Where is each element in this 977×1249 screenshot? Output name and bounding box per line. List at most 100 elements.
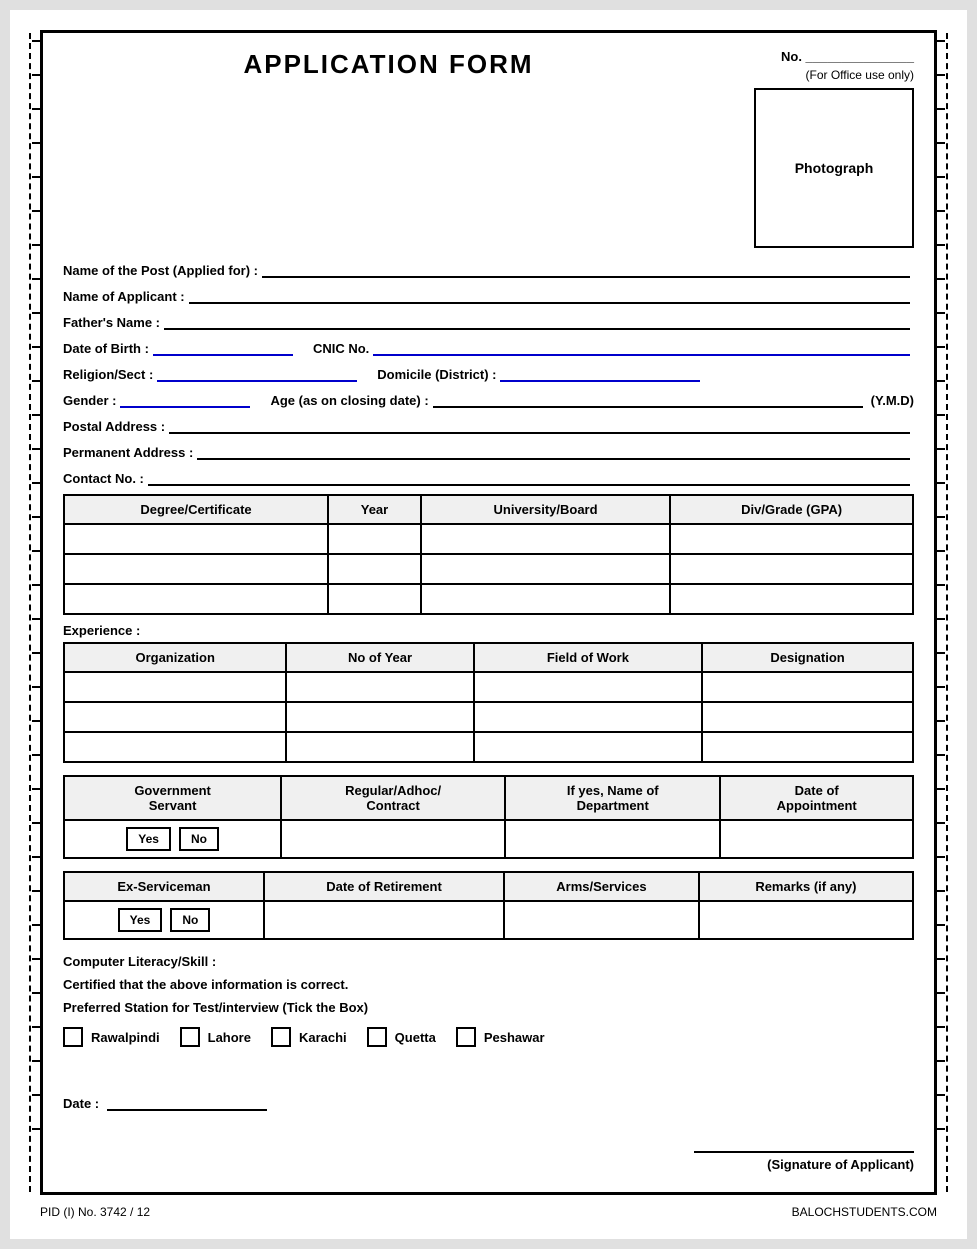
contact-input-line[interactable] xyxy=(148,468,910,486)
peshawar-checkbox[interactable] xyxy=(456,1027,476,1047)
permanent-field-row: Permanent Address : xyxy=(63,442,914,460)
age-label: Age (as on closing date) : xyxy=(270,393,428,408)
photograph-box: Photograph xyxy=(754,88,914,248)
permanent-label: Permanent Address : xyxy=(63,445,193,460)
lahore-label: Lahore xyxy=(208,1030,251,1045)
postal-label: Postal Address : xyxy=(63,419,165,434)
applicant-label: Name of Applicant : xyxy=(63,289,185,304)
footer: PID (I) No. 3742 / 12 BALOCHSTUDENTS.COM xyxy=(40,1205,937,1219)
postal-input-line[interactable] xyxy=(169,416,910,434)
religion-label: Religion/Sect : xyxy=(63,367,153,382)
postal-field-row: Postal Address : xyxy=(63,416,914,434)
govt-col-dept: If yes, Name ofDepartment xyxy=(505,776,720,820)
exp-col-years: No of Year xyxy=(286,643,473,672)
table-row xyxy=(64,702,913,732)
signature-label: (Signature of Applicant) xyxy=(63,1157,914,1172)
table-row: Yes No xyxy=(64,901,913,939)
table-row xyxy=(64,584,913,614)
footer-left: PID (I) No. 3742 / 12 xyxy=(40,1205,150,1219)
father-field-row: Father's Name : xyxy=(63,312,914,330)
photograph-label: Photograph xyxy=(795,160,874,176)
experience-label: Experience : xyxy=(63,623,914,638)
gender-input-line[interactable] xyxy=(120,390,250,408)
office-use-label: (For Office use only) xyxy=(734,68,914,82)
ex-yes-no: Yes No xyxy=(73,908,255,932)
govt-no-button[interactable]: No xyxy=(179,827,219,851)
govt-col-date: Date ofAppointment xyxy=(720,776,913,820)
edu-col-grade: Div/Grade (GPA) xyxy=(670,495,913,524)
form-title: APPLICATION FORM xyxy=(63,49,714,80)
dob-cnic-row: Date of Birth : CNIC No. xyxy=(63,338,914,356)
domicile-input-line[interactable] xyxy=(500,364,700,382)
permanent-input-line[interactable] xyxy=(197,442,910,460)
religion-input-line[interactable] xyxy=(157,364,357,382)
lahore-checkbox[interactable] xyxy=(180,1027,200,1047)
date-input-line[interactable] xyxy=(107,1093,267,1111)
father-input-line[interactable] xyxy=(164,312,910,330)
ex-yes-button[interactable]: Yes xyxy=(118,908,163,932)
station-quetta: Quetta xyxy=(367,1027,436,1047)
karachi-checkbox[interactable] xyxy=(271,1027,291,1047)
footer-right: BALOCHSTUDENTS.COM xyxy=(792,1205,937,1219)
station-karachi: Karachi xyxy=(271,1027,347,1047)
ex-col-remarks: Remarks (if any) xyxy=(699,872,913,901)
contact-field-row: Contact No. : xyxy=(63,468,914,486)
right-tick-marks xyxy=(937,30,945,1219)
education-table: Degree/Certificate Year University/Board… xyxy=(63,494,914,615)
gender-label: Gender : xyxy=(63,393,116,408)
title-section: APPLICATION FORM xyxy=(63,49,734,84)
quetta-checkbox[interactable] xyxy=(367,1027,387,1047)
ex-col-serviceman: Ex-Serviceman xyxy=(64,872,264,901)
exp-col-org: Organization xyxy=(64,643,286,672)
edu-col-degree: Degree/Certificate xyxy=(64,495,328,524)
exp-col-field: Field of Work xyxy=(474,643,702,672)
domicile-label: Domicile (District) : xyxy=(377,367,496,382)
applicant-field-row: Name of Applicant : xyxy=(63,286,914,304)
ex-col-arms: Arms/Services xyxy=(504,872,699,901)
table-row xyxy=(64,672,913,702)
peshawar-label: Peshawar xyxy=(484,1030,545,1045)
govt-yes-no: Yes No xyxy=(73,827,272,851)
age-input-line[interactable] xyxy=(433,390,863,408)
left-tick-marks xyxy=(32,30,40,1219)
religion-domicile-row: Religion/Sect : Domicile (District) : xyxy=(63,364,914,382)
govt-servant-table: GovernmentServant Regular/Adhoc/Contract… xyxy=(63,775,914,859)
date-label: Date : xyxy=(63,1096,99,1111)
station-peshawar: Peshawar xyxy=(456,1027,545,1047)
table-row xyxy=(64,524,913,554)
date-row: Date : xyxy=(63,1093,914,1111)
rawalpindi-label: Rawalpindi xyxy=(91,1030,160,1045)
station-rawalpindi: Rawalpindi xyxy=(63,1027,160,1047)
signature-section: (Signature of Applicant) xyxy=(63,1151,914,1172)
office-section: No. _______________ (For Office use only… xyxy=(734,49,914,248)
computer-label: Computer Literacy/Skill : xyxy=(63,954,914,969)
govt-col-type: Regular/Adhoc/Contract xyxy=(281,776,505,820)
bottom-section: Date : (Signature of Applicant) xyxy=(63,1063,914,1172)
applicant-input-line[interactable] xyxy=(189,286,910,304)
exp-col-designation: Designation xyxy=(702,643,913,672)
ymd-label: (Y.M.D) xyxy=(871,393,914,408)
rawalpindi-checkbox[interactable] xyxy=(63,1027,83,1047)
contact-label: Contact No. : xyxy=(63,471,144,486)
personal-info-section: Name of the Post (Applied for) : Name of… xyxy=(63,260,914,486)
signature-line xyxy=(694,1151,914,1153)
govt-yes-button[interactable]: Yes xyxy=(126,827,171,851)
table-row xyxy=(64,554,913,584)
post-input-line[interactable] xyxy=(262,260,910,278)
certified-label: Certified that the above information is … xyxy=(63,977,914,992)
ex-no-button[interactable]: No xyxy=(170,908,210,932)
cnic-label: CNIC No. xyxy=(313,341,369,356)
dob-input-line[interactable] xyxy=(153,338,293,356)
gender-age-row: Gender : Age (as on closing date) : (Y.M… xyxy=(63,390,914,408)
quetta-label: Quetta xyxy=(395,1030,436,1045)
ex-serviceman-table: Ex-Serviceman Date of Retirement Arms/Se… xyxy=(63,871,914,940)
ex-col-retirement: Date of Retirement xyxy=(264,872,504,901)
father-label: Father's Name : xyxy=(63,315,160,330)
office-no-label: No. _______________ xyxy=(734,49,914,64)
edu-col-university: University/Board xyxy=(421,495,670,524)
edu-col-year: Year xyxy=(328,495,421,524)
cnic-input-line[interactable] xyxy=(373,338,910,356)
preferred-station-label: Preferred Station for Test/interview (Ti… xyxy=(63,1000,914,1015)
stations-row: Rawalpindi Lahore Karachi Quetta Peshawa… xyxy=(63,1027,914,1047)
table-row xyxy=(64,732,913,762)
